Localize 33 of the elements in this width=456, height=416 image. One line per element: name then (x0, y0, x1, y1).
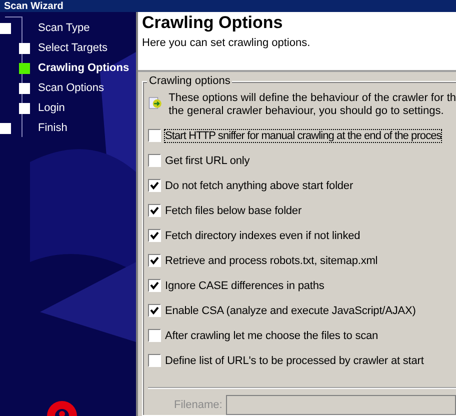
wizard-step: Scan Type (38, 22, 90, 34)
wizard-step: Finish (38, 122, 68, 134)
option-label[interactable]: Enable CSA (analyze and execute JavaScript/AJAX) (165, 304, 416, 316)
page-title: Crawling Options (142, 13, 284, 33)
checkbox[interactable] (148, 304, 161, 317)
checkbox[interactable] (148, 354, 161, 367)
option-label[interactable]: Fetch directory indexes even if not linked (165, 230, 360, 242)
logo-icon (47, 400, 77, 416)
option-label[interactable]: Do not fetch anything above start folder (165, 180, 354, 192)
checkbox[interactable] (148, 179, 161, 192)
option-label[interactable]: Start HTTP sniffer for manual crawling at the end of the proces (165, 130, 442, 142)
filename-label: Filename: (174, 399, 222, 411)
option-label[interactable]: Get first URL only (165, 154, 250, 166)
option-label[interactable]: Retrieve and process robots.txt, sitemap.xml (165, 254, 378, 266)
checkbox[interactable] (148, 229, 161, 242)
checkbox[interactable] (148, 254, 161, 267)
checkbox[interactable] (148, 129, 161, 142)
wizard-step: Scan Options (38, 82, 104, 94)
option-label[interactable]: After crawling let me choose the files to scan (165, 330, 378, 342)
checkbox[interactable] (148, 279, 161, 292)
option-label[interactable]: Fetch files below base folder (165, 204, 302, 216)
checkbox[interactable] (148, 154, 161, 167)
option-label[interactable]: Define list of URL's to be processed by crawler at start (165, 354, 424, 366)
group-title: Crawling options (147, 75, 232, 87)
window-title: Scan Wizard (4, 1, 64, 12)
info-text: These options will define the behaviour of the crawler for th the general crawler behaviour, you should go to settings. (168, 92, 456, 118)
page-subtitle: Here you can set crawling options. (142, 37, 312, 49)
option-label[interactable]: Ignore CASE differences in paths (165, 280, 324, 292)
wizard-step: Select Targets (38, 42, 108, 54)
checkbox[interactable] (148, 204, 161, 217)
wizard-step: Crawling Options (38, 62, 130, 74)
checkbox[interactable] (148, 329, 161, 342)
wizard-step: Login (38, 102, 65, 114)
